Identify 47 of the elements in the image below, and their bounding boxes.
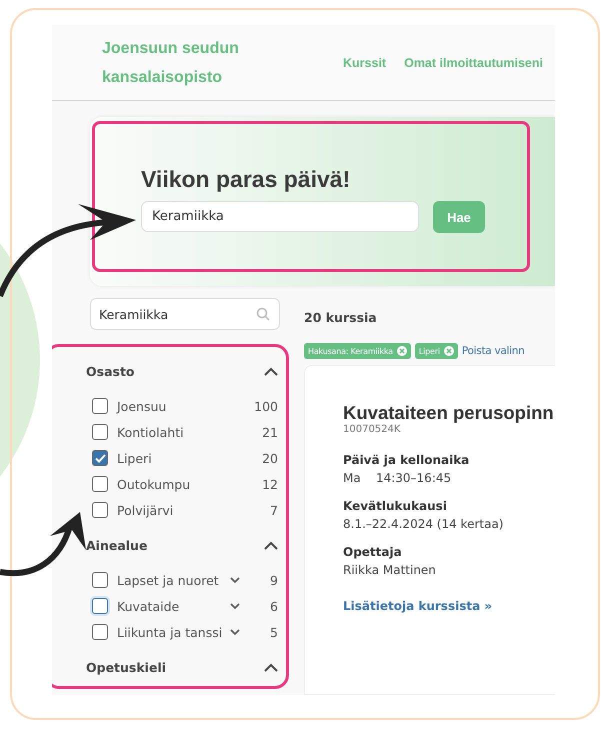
checkbox[interactable]	[92, 424, 108, 440]
clear-link[interactable]: Poista valinn	[462, 345, 524, 357]
field-value: 8.1.–22.4.2024 (14 kertaa)	[343, 517, 504, 531]
filter-heading: Osasto	[86, 364, 135, 378]
checkbox[interactable]	[92, 502, 108, 518]
filter-count: 6	[269, 598, 278, 614]
filter-label[interactable]: Joensuu	[117, 398, 248, 414]
chevron-down-icon[interactable]	[230, 628, 240, 636]
chevron-icon[interactable]	[264, 366, 278, 376]
chevron-icon[interactable]	[264, 662, 278, 672]
hero-title: Viikon paras päivä!	[141, 166, 352, 194]
checkbox[interactable]	[92, 450, 108, 466]
chevron-down-icon[interactable]	[230, 576, 240, 584]
search-icon	[256, 307, 270, 321]
filter-count: 12	[261, 476, 278, 492]
filter-label[interactable]: Polvijärvi	[117, 502, 248, 518]
filter-label[interactable]: Liperi	[117, 450, 248, 466]
filter-count: 100	[253, 398, 278, 414]
checkbox[interactable]	[92, 398, 108, 414]
filter-label[interactable]: Kuvataide	[117, 598, 230, 614]
course-code: 10070524K	[343, 424, 402, 435]
chevron-icon[interactable]	[264, 540, 278, 550]
filter-count: 21	[261, 424, 278, 440]
chevron-down-icon[interactable]	[230, 602, 240, 610]
filter-count: 20	[261, 450, 278, 466]
filter-count: 5	[269, 624, 278, 640]
filter-label[interactable]: Outokumpu	[117, 476, 248, 492]
more-info-link[interactable]: Lisätietoja kurssista »	[343, 599, 492, 613]
field-label: Päivä ja kellonaika	[343, 453, 470, 467]
checkbox[interactable]	[92, 624, 108, 640]
filter-label[interactable]: Liikunta ja tanssi	[117, 624, 230, 640]
field-label: Opettaja	[343, 545, 403, 559]
filter-heading: Ainealue	[86, 538, 148, 552]
filter-heading: Opetuskieli	[86, 660, 166, 674]
course-title: Kuvataiteen perusopinn	[343, 402, 555, 424]
field-label: Kevätlukukausi	[343, 499, 448, 513]
result-count: 20 kurssia	[304, 310, 378, 327]
checkbox[interactable]	[92, 476, 108, 492]
checkbox[interactable]	[92, 572, 108, 588]
field-value: Ma 14:30–16:45	[343, 471, 452, 485]
search-field[interactable]: Keramiikka	[141, 201, 419, 232]
search-field[interactable]: Keramiikka	[90, 298, 280, 330]
filter-count: 7	[269, 502, 278, 518]
filter-label[interactable]: Kontiolahti	[117, 424, 248, 440]
filter-count: 9	[269, 572, 278, 588]
filter-label[interactable]: Lapset ja nuoret	[117, 572, 230, 588]
field-value: Riikka Mattinen	[343, 563, 437, 577]
